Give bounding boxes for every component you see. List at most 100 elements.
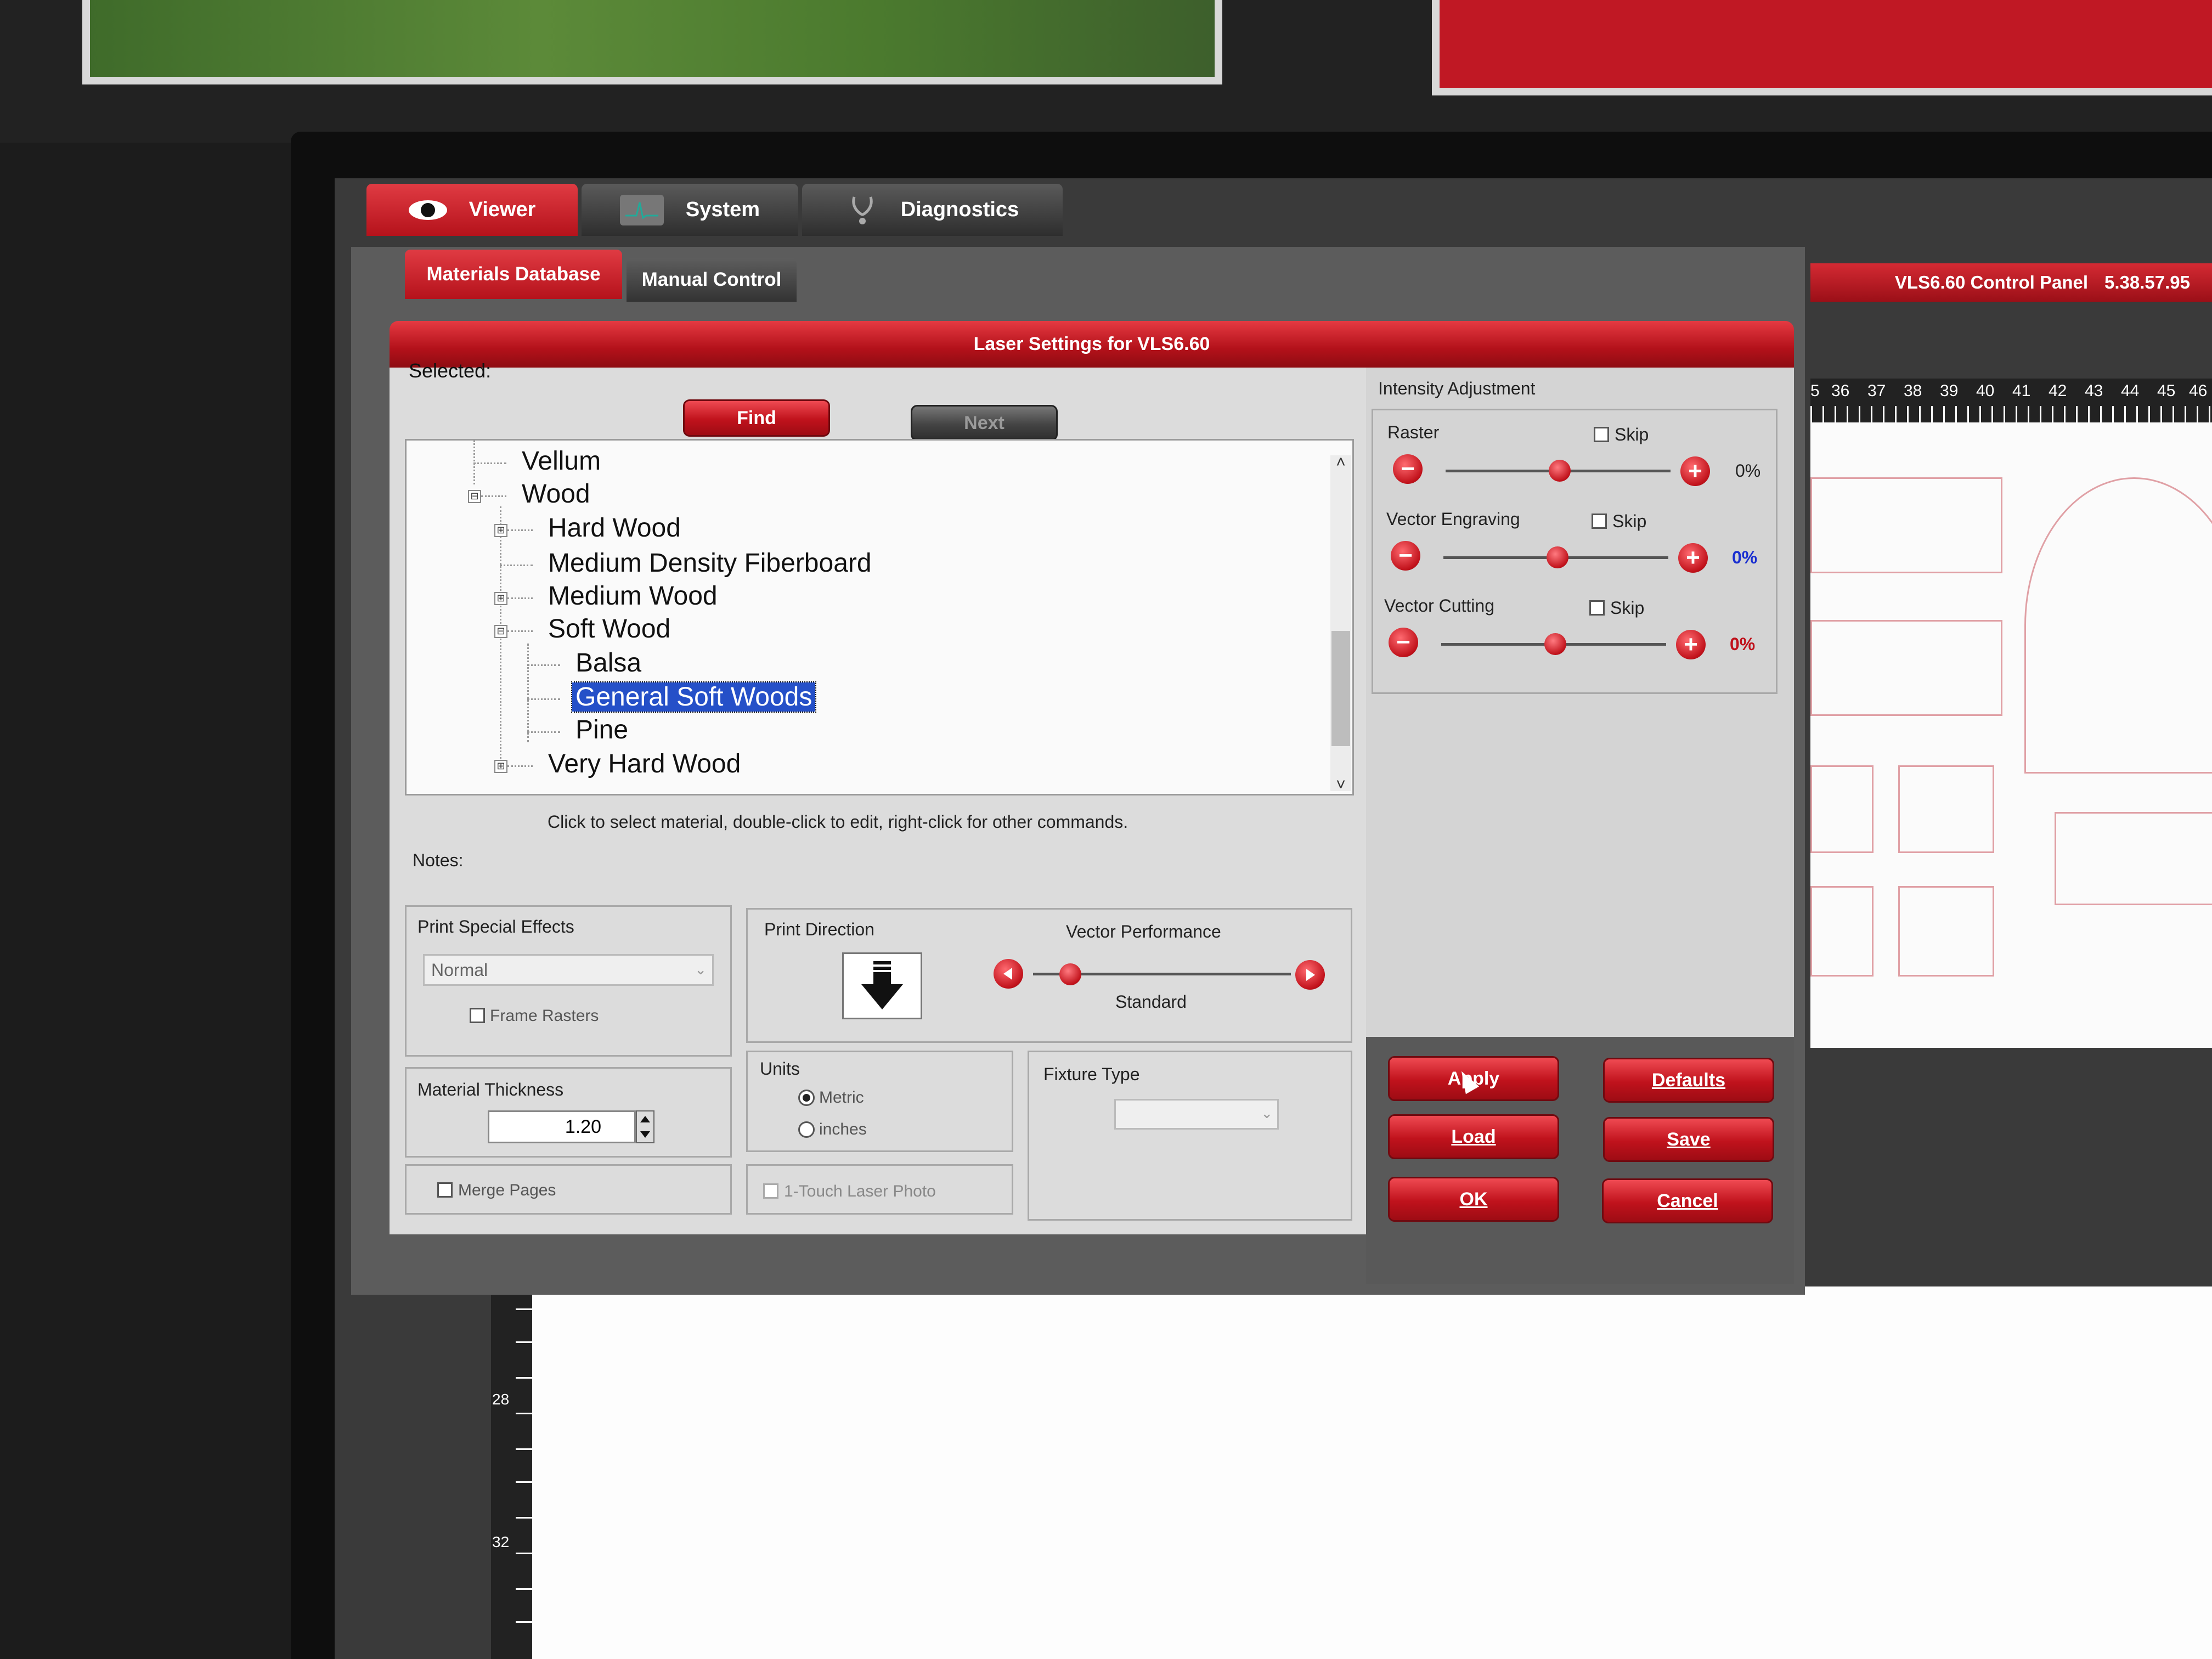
vector-performance-slider-thumb[interactable] xyxy=(1059,963,1081,985)
ruler-label: 44 xyxy=(2121,382,2140,400)
stepper-up-icon[interactable] xyxy=(640,1116,650,1122)
tree-item-vellum[interactable]: Vellum xyxy=(522,446,601,476)
ruler-label: 38 xyxy=(1904,382,1922,400)
find-button[interactable]: Find xyxy=(683,399,830,437)
material-thickness-value: 1.20 xyxy=(565,1116,601,1137)
vector-performance-title: Vector Performance xyxy=(1066,922,1221,941)
dialog-title-bar: Laser Settings for VLS6.60 xyxy=(390,321,1794,368)
one-touch-laser-photo-group: 1-Touch Laser Photo xyxy=(746,1164,1013,1215)
print-special-effects-value: Normal xyxy=(431,960,488,980)
vector-cutting-increase-button[interactable]: + xyxy=(1676,630,1706,659)
expand-icon[interactable]: ⊞ xyxy=(494,760,507,773)
ruler-tick xyxy=(516,1621,532,1623)
tree-item-very-hard-wood[interactable]: Very Hard Wood xyxy=(548,749,741,779)
units-title: Units xyxy=(760,1059,800,1079)
print-special-effects-group: Print Special Effects Normal ⌄ Frame Ras… xyxy=(405,905,732,1057)
materials-tree[interactable]: Vellum ⊟ Wood ⊞ Hard Wood Medium Density… xyxy=(405,439,1354,795)
raster-skip-checkbox[interactable] xyxy=(1594,427,1609,442)
tree-item-hard-wood[interactable]: Hard Wood xyxy=(548,513,681,543)
vector-engraving-decrease-button[interactable]: − xyxy=(1391,541,1420,571)
one-touch-laser-photo-checkbox[interactable] xyxy=(763,1183,778,1199)
cut-piece xyxy=(1810,765,1874,853)
ruler-tick xyxy=(516,1588,532,1590)
vector-engraving-slider-thumb[interactable] xyxy=(1547,546,1568,568)
scroll-up-icon[interactable]: ˄ xyxy=(1330,453,1351,472)
cancel-button[interactable]: Cancel xyxy=(1602,1178,1773,1223)
vector-engraving-increase-button[interactable]: + xyxy=(1678,543,1708,573)
fixture-type-select[interactable]: ⌄ xyxy=(1114,1099,1279,1130)
tree-item-label: Balsa xyxy=(575,648,642,678)
merge-pages-group: Merge Pages xyxy=(405,1164,732,1215)
ruler-ticks xyxy=(1810,406,2212,422)
background-poster-green xyxy=(82,0,1222,84)
collapse-icon[interactable]: ⊟ xyxy=(494,625,507,638)
tab-materials-database[interactable]: Materials Database xyxy=(405,250,622,299)
chevron-down-icon: ⌄ xyxy=(1261,1105,1273,1121)
vector-cutting-label: Vector Cutting xyxy=(1384,596,1494,616)
tree-item-medium-density-fiberboard[interactable]: Medium Density Fiberboard xyxy=(548,548,872,578)
vector-performance-value: Standard xyxy=(1115,992,1187,1012)
collapse-icon[interactable]: ⊟ xyxy=(468,490,481,503)
control-panel-version: 5.38.57.95 xyxy=(2104,272,2190,292)
raster-increase-button[interactable]: + xyxy=(1680,456,1710,486)
units-inches-radio[interactable] xyxy=(798,1121,815,1138)
vector-performance-decrease-button[interactable] xyxy=(994,959,1023,989)
next-button[interactable]: Next xyxy=(911,405,1058,441)
tree-line xyxy=(507,630,533,632)
material-thickness-stepper[interactable] xyxy=(636,1110,654,1143)
tree-item-label: Soft Wood xyxy=(548,614,671,644)
chevron-down-icon: ⌄ xyxy=(695,961,707,978)
dialog-title: Laser Settings for VLS6.60 xyxy=(973,334,1210,354)
frame-rasters-label: Frame Rasters xyxy=(490,1007,599,1025)
scroll-down-icon[interactable]: ˅ xyxy=(1330,776,1351,794)
cancel-button-label: Cancel xyxy=(1657,1190,1718,1211)
vector-engraving-skip-label: Skip xyxy=(1612,511,1647,531)
expand-icon[interactable]: ⊞ xyxy=(494,592,507,605)
vector-performance-increase-button[interactable] xyxy=(1295,960,1325,990)
frame-rasters-checkbox[interactable] xyxy=(470,1008,485,1023)
tree-item-balsa[interactable]: Balsa xyxy=(575,648,641,678)
tree-line xyxy=(527,698,560,700)
raster-label: Raster xyxy=(1387,422,1440,442)
vector-engraving-skip-checkbox[interactable] xyxy=(1592,514,1607,529)
expand-icon[interactable]: ⊞ xyxy=(494,524,507,537)
tree-item-general-soft-woods[interactable]: General Soft Woods xyxy=(571,681,817,713)
right-arrow-icon xyxy=(1306,969,1315,981)
tree-line xyxy=(507,597,533,599)
eye-icon xyxy=(408,200,447,220)
control-panel-title: VLS6.60 Control Panel xyxy=(1894,272,2089,292)
tree-item-soft-wood[interactable]: Soft Wood xyxy=(548,614,670,644)
scrollbar-thumb[interactable] xyxy=(1331,631,1350,746)
vector-engraving-value: 0% xyxy=(1732,548,1758,567)
tree-item-medium-wood[interactable]: Medium Wood xyxy=(548,581,718,611)
print-special-effects-select[interactable]: Normal ⌄ xyxy=(423,954,714,986)
raster-decrease-button[interactable]: − xyxy=(1393,454,1423,484)
tab-system[interactable]: System xyxy=(582,184,798,236)
raster-slider-thumb[interactable] xyxy=(1549,460,1571,482)
tree-line xyxy=(527,644,529,742)
ok-button[interactable]: OK xyxy=(1388,1177,1559,1222)
tab-manual-control[interactable]: Manual Control xyxy=(627,258,797,302)
tree-item-wood[interactable]: Wood xyxy=(522,479,590,509)
defaults-button-label: Defaults xyxy=(1651,1069,1726,1091)
vector-cutting-skip-checkbox[interactable] xyxy=(1589,600,1605,616)
ruler-label: 28 xyxy=(492,1391,510,1408)
tree-item-pine[interactable]: Pine xyxy=(575,715,628,745)
design-canvas-preview[interactable] xyxy=(1810,422,2212,1048)
load-button[interactable]: Load xyxy=(1388,1114,1559,1159)
print-direction-group: Print Direction Vector Performance Stand… xyxy=(746,908,1352,1043)
save-button[interactable]: Save xyxy=(1603,1117,1774,1162)
tab-viewer[interactable]: Viewer xyxy=(366,184,578,236)
defaults-button[interactable]: Defaults xyxy=(1603,1058,1774,1103)
units-metric-radio[interactable] xyxy=(798,1090,815,1106)
tab-diagnostics[interactable]: Diagnostics xyxy=(802,184,1063,236)
print-special-effects-title: Print Special Effects xyxy=(417,917,574,936)
material-thickness-input[interactable]: 1.20 xyxy=(488,1110,636,1143)
stepper-down-icon[interactable] xyxy=(640,1131,650,1138)
design-canvas[interactable] xyxy=(532,1286,2212,1659)
merge-pages-checkbox[interactable] xyxy=(437,1182,453,1198)
vector-cutting-decrease-button[interactable]: − xyxy=(1389,628,1418,657)
print-direction-button[interactable] xyxy=(842,952,922,1019)
tab-diagnostics-label: Diagnostics xyxy=(900,198,1019,221)
vector-cutting-slider-thumb[interactable] xyxy=(1544,633,1566,655)
